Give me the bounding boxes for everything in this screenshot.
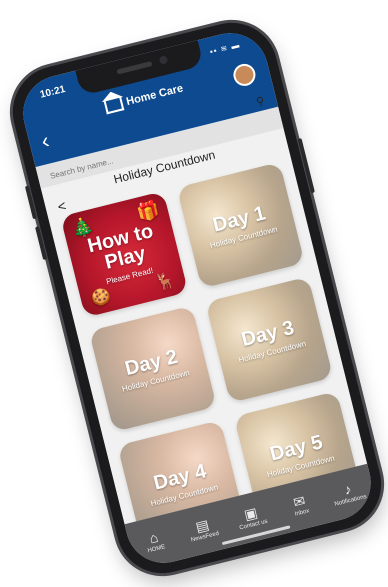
tile-day-1[interactable]: Day 1 Holiday Countdown (176, 161, 305, 289)
app-title: Home Care (125, 82, 185, 109)
nav-home[interactable]: ⌂ HOME (129, 525, 181, 558)
bell-icon: ♪ (342, 480, 354, 498)
avatar[interactable] (231, 61, 258, 89)
house-logo-icon (103, 96, 125, 115)
nav-newsfeed[interactable]: ▤ NewsFeed (177, 513, 229, 546)
page-back-icon[interactable]: < (56, 197, 68, 215)
volume-up-button (24, 185, 37, 220)
phone-frame: 10:21 ▪▪ ≋ ▬ ‹ Home Care ⚲ Holiday Count… (3, 13, 388, 583)
reindeer-icon: 🦌 (153, 271, 177, 293)
home-icon: ⌂ (147, 528, 160, 547)
back-icon[interactable]: ‹ (38, 128, 51, 154)
tile-day-2[interactable]: Day 2 Holiday Countdown (88, 305, 217, 433)
tile-day-3[interactable]: Day 3 Holiday Countdown (205, 276, 334, 404)
nav-contact[interactable]: ▣ Contact us (226, 501, 278, 534)
speaker (116, 61, 153, 75)
volume-down-button (35, 226, 48, 261)
nav-label: HOME (147, 544, 167, 555)
contact-icon: ▣ (242, 504, 260, 523)
stage: 10:21 ▪▪ ≋ ▬ ‹ Home Care ⚲ Holiday Count… (0, 0, 388, 587)
tile-how-to-play[interactable]: 🎄 🎁 How to Play Please Read! 🍪 🦌 (60, 191, 189, 318)
status-time: 10:21 (38, 83, 67, 101)
mail-icon: ✉ (291, 492, 307, 511)
app-screen: 10:21 ▪▪ ≋ ▬ ‹ Home Care ⚲ Holiday Count… (15, 25, 379, 571)
nav-notifications[interactable]: ♪ Notifications (323, 477, 375, 510)
power-button (297, 137, 315, 194)
newsfeed-icon: ▤ (193, 516, 211, 535)
front-camera (158, 55, 169, 65)
nav-inbox[interactable]: ✉ Inbox (274, 489, 326, 522)
gingerbread-icon: 🍪 (89, 287, 113, 309)
status-icons: ▪▪ ≋ ▬ (208, 40, 242, 57)
